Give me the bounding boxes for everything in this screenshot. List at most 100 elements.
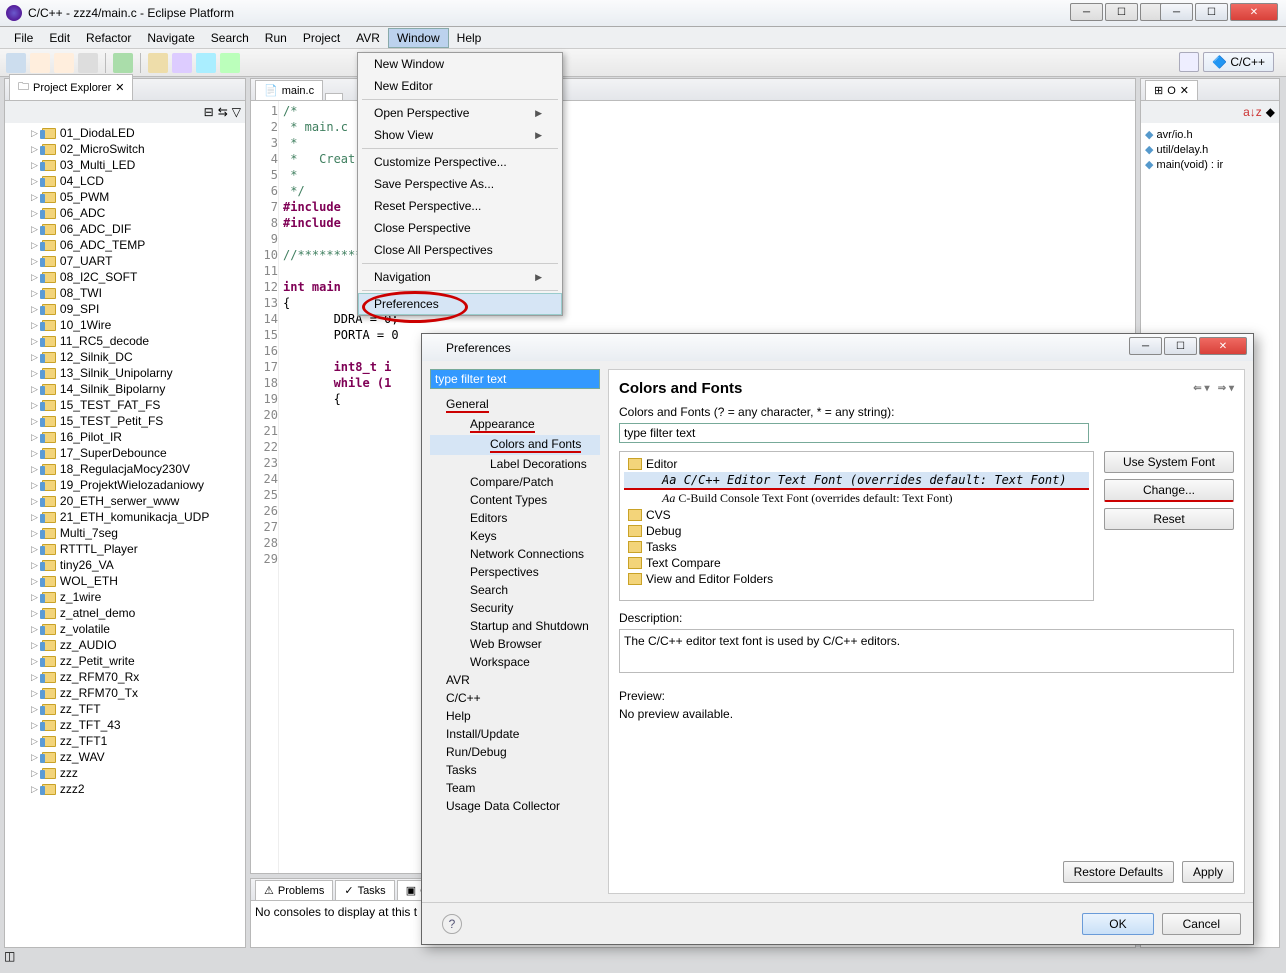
project-zz_TFT_43[interactable]: ▷zz_TFT_43 bbox=[7, 717, 243, 733]
project-WOL_ETH[interactable]: ▷WOL_ETH bbox=[7, 573, 243, 589]
project-05_PWM[interactable]: ▷05_PWM bbox=[7, 189, 243, 205]
close-button[interactable]: ✕ bbox=[1230, 3, 1278, 21]
pref-content-types[interactable]: Content Types bbox=[430, 491, 600, 509]
pref-keys[interactable]: Keys bbox=[430, 527, 600, 545]
project-18_RegulacjaMocy230V[interactable]: ▷18_RegulacjaMocy230V bbox=[7, 461, 243, 477]
menu-item-navigation[interactable]: Navigation▶ bbox=[358, 266, 562, 288]
pref-tasks[interactable]: Tasks bbox=[430, 761, 600, 779]
menu-help[interactable]: Help bbox=[449, 29, 490, 47]
pref-search[interactable]: Search bbox=[430, 581, 600, 599]
pref-usage[interactable]: Usage Data Collector bbox=[430, 797, 600, 815]
save-all-icon[interactable] bbox=[54, 53, 74, 73]
project-zz_AUDIO[interactable]: ▷zz_AUDIO bbox=[7, 637, 243, 653]
ok-button[interactable]: OK bbox=[1082, 913, 1153, 935]
project-zzz2[interactable]: ▷zzz2 bbox=[7, 781, 243, 797]
project-zz_TFT[interactable]: ▷zz_TFT bbox=[7, 701, 243, 717]
pref-minimize-button[interactable]: ─ bbox=[1129, 337, 1162, 355]
colors-fonts-tree[interactable]: Editor Aa C/C++ Editor Text Font (overri… bbox=[619, 451, 1094, 601]
pref-startup[interactable]: Startup and Shutdown bbox=[430, 617, 600, 635]
sort-icon[interactable]: a↓z bbox=[1243, 105, 1262, 119]
project-tree[interactable]: ▷01_DiodaLED▷02_MicroSwitch▷03_Multi_LED… bbox=[5, 123, 245, 947]
project-19_ProjektWielozadaniowy[interactable]: ▷19_ProjektWielozadaniowy bbox=[7, 477, 243, 493]
menu-avr[interactable]: AVR bbox=[348, 29, 388, 47]
problems-tab[interactable]: ⚠ Problems bbox=[255, 880, 333, 900]
cf-ccpp-font[interactable]: Aa C/C++ Editor Text Font (overrides def… bbox=[624, 472, 1089, 490]
project-z_1wire[interactable]: ▷z_1wire bbox=[7, 589, 243, 605]
menu-window[interactable]: Window bbox=[388, 28, 449, 48]
cf-cbuild-font[interactable]: Aa C-Build Console Text Font (overrides … bbox=[624, 490, 1089, 507]
pref-web[interactable]: Web Browser bbox=[430, 635, 600, 653]
project-01_DiodaLED[interactable]: ▷01_DiodaLED bbox=[7, 125, 243, 141]
project-zz_RFM70_Rx[interactable]: ▷zz_RFM70_Rx bbox=[7, 669, 243, 685]
menu-run[interactable]: Run bbox=[257, 29, 295, 47]
menu-file[interactable]: File bbox=[6, 29, 41, 47]
pref-compare[interactable]: Compare/Patch bbox=[430, 473, 600, 491]
pref-close-button[interactable]: ✕ bbox=[1199, 337, 1247, 355]
project-15_TEST_Petit_FS[interactable]: ▷15_TEST_Petit_FS bbox=[7, 413, 243, 429]
link-editor-icon[interactable]: ⇆ bbox=[218, 105, 228, 119]
cf-editor-folder[interactable]: Editor bbox=[624, 456, 1089, 472]
pref-rundebug[interactable]: Run/Debug bbox=[430, 743, 600, 761]
project-zz_Petit_write[interactable]: ▷zz_Petit_write bbox=[7, 653, 243, 669]
project-15_TEST_FAT_FS[interactable]: ▷15_TEST_FAT_FS bbox=[7, 397, 243, 413]
preferences-filter-input[interactable] bbox=[430, 369, 600, 389]
project-z_volatile[interactable]: ▷z_volatile bbox=[7, 621, 243, 637]
project-03_Multi_LED[interactable]: ▷03_Multi_LED bbox=[7, 157, 243, 173]
debug-icon[interactable] bbox=[196, 53, 216, 73]
pref-appearance[interactable]: Appearance bbox=[430, 415, 600, 435]
view-menu-icon[interactable]: ▽ bbox=[232, 105, 241, 119]
pref-label-decorations[interactable]: Label Decorations bbox=[430, 455, 600, 473]
cf-tasks-folder[interactable]: Tasks bbox=[624, 539, 1089, 555]
apply-button[interactable]: Apply bbox=[1182, 861, 1234, 883]
maximize-button-bg[interactable]: ☐ bbox=[1105, 3, 1138, 21]
pref-colors-fonts[interactable]: Colors and Fonts bbox=[430, 435, 600, 455]
menu-item-new-editor[interactable]: New Editor bbox=[358, 75, 562, 97]
preferences-tree[interactable]: General Appearance Colors and Fonts Labe… bbox=[430, 389, 600, 894]
project-08_I2C_SOFT[interactable]: ▷08_I2C_SOFT bbox=[7, 269, 243, 285]
cf-cvs-folder[interactable]: CVS bbox=[624, 507, 1089, 523]
open-perspective-icon[interactable] bbox=[1179, 52, 1199, 72]
tool-icon[interactable] bbox=[172, 53, 192, 73]
menu-item-show-view[interactable]: Show View▶ bbox=[358, 124, 562, 146]
project-zzz[interactable]: ▷zzz bbox=[7, 765, 243, 781]
editor-tab-main-c[interactable]: 📄 main.c bbox=[255, 80, 323, 100]
project-06_ADC[interactable]: ▷06_ADC bbox=[7, 205, 243, 221]
project-zz_WAV[interactable]: ▷zz_WAV bbox=[7, 749, 243, 765]
project-09_SPI[interactable]: ▷09_SPI bbox=[7, 301, 243, 317]
pref-avr[interactable]: AVR bbox=[430, 671, 600, 689]
menu-item-new-window[interactable]: New Window bbox=[358, 53, 562, 75]
cf-view-folder[interactable]: View and Editor Folders bbox=[624, 571, 1089, 587]
avr-icon[interactable] bbox=[113, 53, 133, 73]
menu-item-save-perspective-as-[interactable]: Save Perspective As... bbox=[358, 173, 562, 195]
project-04_LCD[interactable]: ▷04_LCD bbox=[7, 173, 243, 189]
project-11_RC5_decode[interactable]: ▷11_RC5_decode bbox=[7, 333, 243, 349]
project-13_Silnik_Unipolarny[interactable]: ▷13_Silnik_Unipolarny bbox=[7, 365, 243, 381]
run-icon[interactable] bbox=[220, 53, 240, 73]
maximize-button[interactable]: ☐ bbox=[1195, 3, 1228, 21]
project-Multi_7seg[interactable]: ▷Multi_7seg bbox=[7, 525, 243, 541]
project-02_MicroSwitch[interactable]: ▷02_MicroSwitch bbox=[7, 141, 243, 157]
project-zz_RFM70_Tx[interactable]: ▷zz_RFM70_Tx bbox=[7, 685, 243, 701]
hide-icon[interactable]: ◆ bbox=[1266, 105, 1275, 119]
menu-item-customize-perspective-[interactable]: Customize Perspective... bbox=[358, 151, 562, 173]
reset-button[interactable]: Reset bbox=[1104, 508, 1234, 530]
menu-project[interactable]: Project bbox=[295, 29, 348, 47]
menu-item-preferences[interactable]: Preferences bbox=[358, 293, 562, 315]
project-16_Pilot_IR[interactable]: ▷16_Pilot_IR bbox=[7, 429, 243, 445]
outline-item[interactable]: ◆ avr/io.h bbox=[1145, 127, 1275, 142]
project-10_1Wire[interactable]: ▷10_1Wire bbox=[7, 317, 243, 333]
restore-defaults-button[interactable]: Restore Defaults bbox=[1063, 861, 1174, 883]
project-tiny26_VA[interactable]: ▷tiny26_VA bbox=[7, 557, 243, 573]
project-20_ETH_serwer_www[interactable]: ▷20_ETH_serwer_www bbox=[7, 493, 243, 509]
cf-debug-folder[interactable]: Debug bbox=[624, 523, 1089, 539]
project-zz_TFT1[interactable]: ▷zz_TFT1 bbox=[7, 733, 243, 749]
outline-body[interactable]: ◆ avr/io.h◆ util/delay.h◆ main(void) : i… bbox=[1141, 123, 1279, 176]
pref-team[interactable]: Team bbox=[430, 779, 600, 797]
print-icon[interactable] bbox=[78, 53, 98, 73]
menu-refactor[interactable]: Refactor bbox=[78, 29, 139, 47]
menu-item-reset-perspective-[interactable]: Reset Perspective... bbox=[358, 195, 562, 217]
minimize-button-bg[interactable]: ─ bbox=[1070, 3, 1103, 21]
window-menu-dropdown[interactable]: New WindowNew EditorOpen Perspective▶Sho… bbox=[357, 52, 563, 316]
pref-maximize-button[interactable]: ☐ bbox=[1164, 337, 1197, 355]
project-07_UART[interactable]: ▷07_UART bbox=[7, 253, 243, 269]
